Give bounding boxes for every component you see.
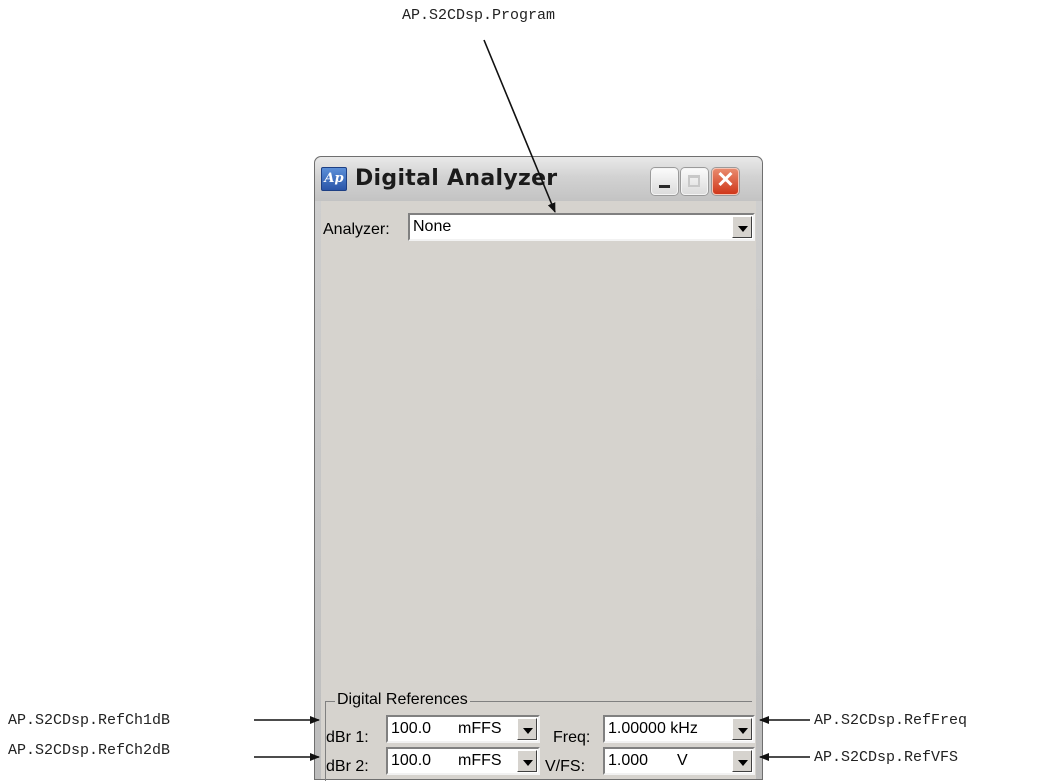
freq-select[interactable]: 1.00000 kHz [603, 715, 755, 743]
dbr2-value: 100.0 [391, 752, 432, 769]
app-logo-icon: Ap [321, 167, 347, 191]
chevron-down-icon [523, 728, 533, 734]
annotation-ref-vfs: AP.S2CDsp.RefVFS [814, 749, 959, 766]
dbr2-dropdown-button[interactable] [517, 750, 537, 772]
dbr2-unit: mFFS [458, 752, 502, 769]
analyzer-select[interactable]: None [408, 213, 755, 241]
chevron-down-icon [523, 760, 533, 766]
analyzer-label: Analyzer: [323, 221, 390, 238]
close-button[interactable]: ✕ [712, 167, 739, 195]
close-icon: ✕ [716, 167, 735, 192]
dbr2-select[interactable]: 100.0 mFFS [386, 747, 540, 775]
dbr1-dropdown-button[interactable] [517, 718, 537, 740]
chevron-down-icon [738, 760, 748, 766]
dbr1-value: 100.0 [391, 720, 432, 737]
vfs-value: 1.000 [608, 752, 649, 769]
vfs-select[interactable]: 1.000 V [603, 747, 755, 775]
vfs-unit: V [677, 752, 688, 769]
dbr1-unit: mFFS [458, 720, 502, 737]
dbr1-select[interactable]: 100.0 mFFS [386, 715, 540, 743]
annotation-ref-ch1: AP.S2CDsp.RefCh1dB [8, 712, 171, 729]
vfs-dropdown-button[interactable] [732, 750, 752, 772]
vfs-label: V/FS: [545, 758, 586, 775]
freq-value: 1.00000 kHz [608, 720, 698, 737]
minimize-button[interactable] [651, 168, 678, 195]
freq-dropdown-button[interactable] [732, 718, 752, 740]
title-bar[interactable]: Ap Digital Analyzer ✕ [315, 157, 762, 201]
annotation-ref-freq: AP.S2CDsp.RefFreq [814, 712, 968, 729]
dbr2-label: dBr 2: [326, 758, 369, 775]
digital-references-label: Digital References [335, 691, 470, 709]
window-title: Digital Analyzer [355, 166, 558, 191]
minimize-icon [659, 185, 670, 188]
chevron-down-icon [738, 728, 748, 734]
freq-label: Freq: [553, 729, 591, 746]
annotation-ref-ch2: AP.S2CDsp.RefCh2dB [8, 742, 171, 759]
analyzer-value: None [413, 218, 452, 235]
annotation-program: AP.S2CDsp.Program [402, 7, 556, 24]
dbr1-label: dBr 1: [326, 729, 369, 746]
maximize-button[interactable] [681, 168, 708, 195]
maximize-icon [688, 175, 700, 187]
chevron-down-icon [738, 226, 748, 232]
digital-analyzer-window: Ap Digital Analyzer ✕ Analyzer: None Dig… [314, 156, 763, 781]
window-client-area: Analyzer: None Digital References dBr 1:… [321, 201, 756, 781]
analyzer-dropdown-button[interactable] [732, 216, 752, 238]
